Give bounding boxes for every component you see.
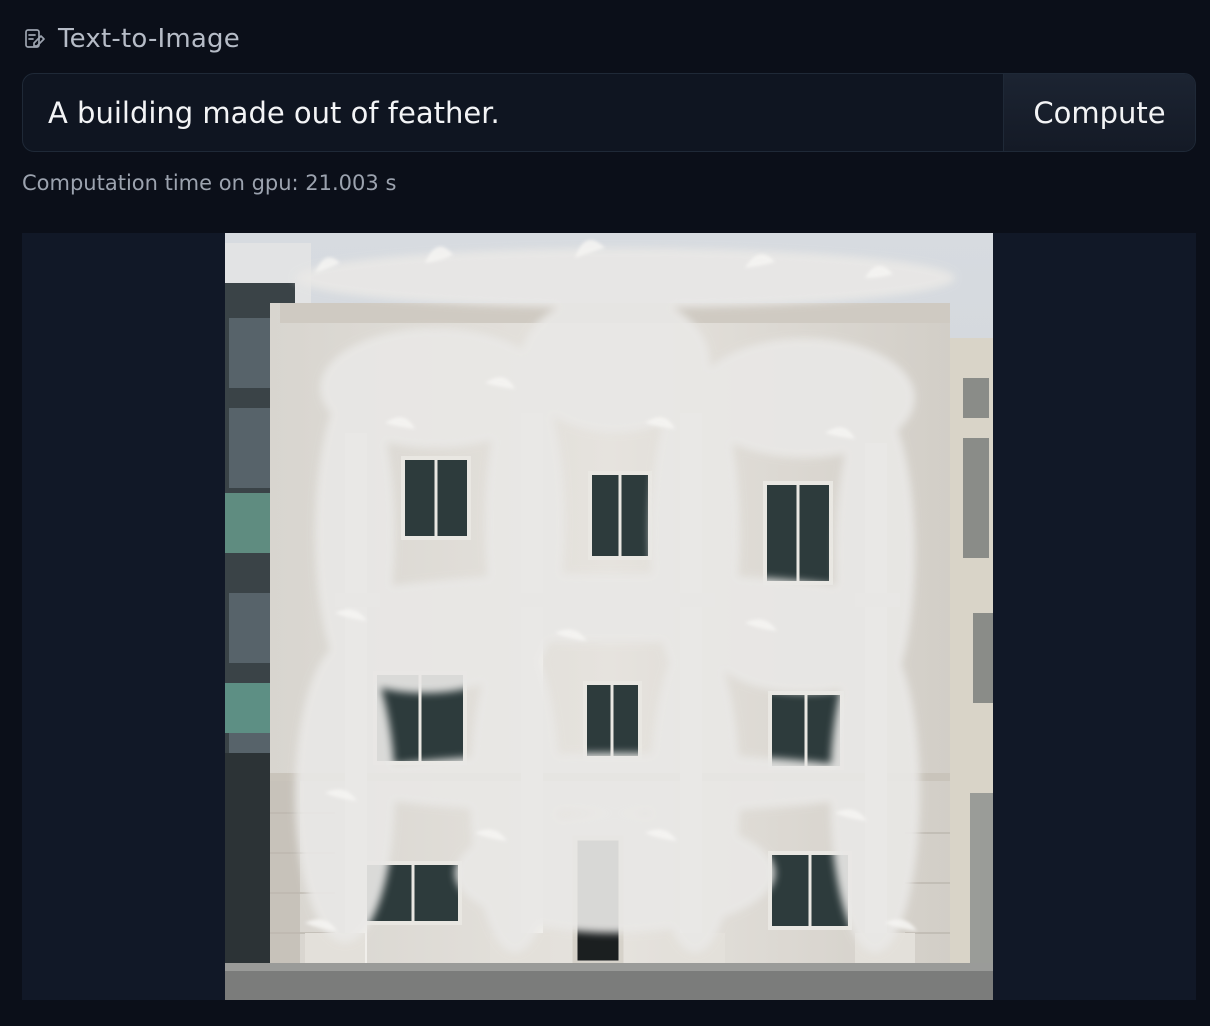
edit-note-icon: [22, 26, 48, 52]
generated-image: [225, 233, 993, 1000]
section-header: Text-to-Image: [22, 22, 240, 56]
compute-button[interactable]: Compute: [1003, 74, 1195, 151]
computation-time-status: Computation time on gpu: 21.003 s: [22, 171, 397, 195]
text-to-image-page: Text-to-Image Compute Computation time o…: [0, 0, 1210, 1026]
prompt-input[interactable]: [23, 74, 1003, 151]
output-image-panel: [22, 233, 1196, 1000]
prompt-row: Compute: [22, 73, 1196, 152]
section-title: Text-to-Image: [58, 24, 240, 54]
